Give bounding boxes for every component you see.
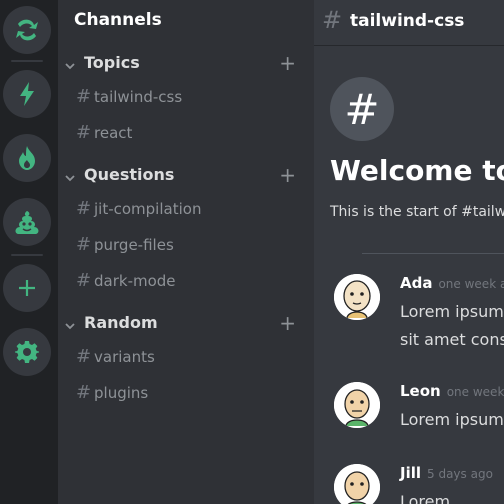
- message-author[interactable]: Leon one week a: [400, 382, 504, 400]
- channel-label: purge-files: [94, 236, 174, 254]
- welcome-hashtag-icon: #: [330, 77, 394, 141]
- server-fire[interactable]: [3, 134, 51, 182]
- channel-title: tailwind-css: [350, 11, 465, 31]
- category-label: Topics: [84, 53, 140, 72]
- channel-label: plugins: [94, 384, 149, 402]
- message: Ada one week ag Lorem ipsum sit amet cons: [334, 274, 504, 354]
- hashtag-icon: #: [76, 234, 92, 255]
- welcome-subtitle: This is the start of #tailwi: [330, 204, 504, 220]
- channel-label: jit-compilation: [94, 200, 202, 218]
- chevron-down-icon: [64, 57, 76, 76]
- gear-icon: [15, 340, 39, 364]
- author-name: Ada: [400, 274, 433, 292]
- category-random[interactable]: Random +: [58, 312, 314, 336]
- add-server-button[interactable]: [3, 264, 51, 312]
- channel-label: dark-mode: [94, 272, 176, 290]
- channel-label: tailwind-css: [94, 88, 183, 106]
- message-author[interactable]: Ada one week ag: [400, 274, 504, 292]
- messages-divider: [362, 253, 504, 254]
- channel-item[interactable]: # dark-mode: [58, 270, 314, 294]
- hashtag-icon: #: [76, 122, 92, 143]
- rail-separator: [11, 60, 43, 62]
- message-text: Lorem: [400, 492, 451, 504]
- message-timestamp: 5 days ago: [427, 467, 493, 481]
- add-channel-icon[interactable]: +: [279, 52, 296, 74]
- channel-item[interactable]: # purge-files: [58, 234, 314, 258]
- message-timestamp: one week a: [446, 385, 504, 399]
- add-channel-icon[interactable]: +: [279, 164, 296, 186]
- settings-button[interactable]: [3, 328, 51, 376]
- hashtag-icon: #: [76, 382, 92, 403]
- message-text: Lorem ipsum: [400, 302, 504, 321]
- fish-icon: [12, 15, 42, 45]
- message-text: sit amet cons: [400, 330, 504, 349]
- channel-item[interactable]: # variants: [58, 346, 314, 370]
- hashtag-icon: #: [76, 270, 92, 291]
- server-lightning[interactable]: [3, 70, 51, 118]
- sidebar-header: Channels: [74, 10, 162, 30]
- channel-sidebar: Channels Topics + # tailwind-css # react…: [58, 0, 314, 504]
- category-questions[interactable]: Questions +: [58, 164, 314, 188]
- hashtag-icon: #: [322, 6, 343, 34]
- add-channel-icon[interactable]: +: [279, 312, 296, 334]
- message-text: Lorem ipsum: [400, 410, 504, 429]
- hashtag-icon: #: [76, 198, 92, 219]
- message-author[interactable]: Jill 5 days ago: [400, 464, 493, 482]
- channel-item[interactable]: # jit-compilation: [58, 198, 314, 222]
- chevron-down-icon: [64, 169, 76, 188]
- rail-separator: [11, 254, 43, 256]
- plus-icon: [17, 278, 37, 298]
- server-rail: [0, 0, 58, 504]
- category-topics[interactable]: Topics +: [58, 52, 314, 76]
- author-name: Jill: [400, 464, 422, 482]
- avatar[interactable]: [334, 382, 380, 428]
- hashtag-icon: #: [76, 86, 92, 107]
- category-label: Questions: [84, 165, 175, 184]
- channel-item[interactable]: # plugins: [58, 382, 314, 406]
- avatar[interactable]: [334, 274, 380, 320]
- category-label: Random: [84, 313, 158, 332]
- author-name: Leon: [400, 382, 441, 400]
- message-timestamp: one week ag: [438, 277, 504, 291]
- lightning-icon: [16, 81, 38, 107]
- poop-icon: [13, 209, 41, 235]
- channel-label: react: [94, 124, 133, 142]
- message: Jill 5 days ago Lorem: [334, 464, 504, 504]
- chevron-down-icon: [64, 317, 76, 336]
- fire-icon: [16, 145, 38, 171]
- channel-topbar: # tailwind-css: [314, 0, 504, 46]
- server-home[interactable]: [3, 6, 51, 54]
- channel-item[interactable]: # react: [58, 122, 314, 146]
- avatar[interactable]: [334, 464, 380, 504]
- hashtag-icon: #: [76, 346, 92, 367]
- message: Leon one week a Lorem ipsum: [334, 382, 504, 442]
- welcome-title: Welcome to: [330, 154, 504, 187]
- channel-label: variants: [94, 348, 155, 366]
- server-poop[interactable]: [3, 198, 51, 246]
- channel-item[interactable]: # tailwind-css: [58, 86, 314, 110]
